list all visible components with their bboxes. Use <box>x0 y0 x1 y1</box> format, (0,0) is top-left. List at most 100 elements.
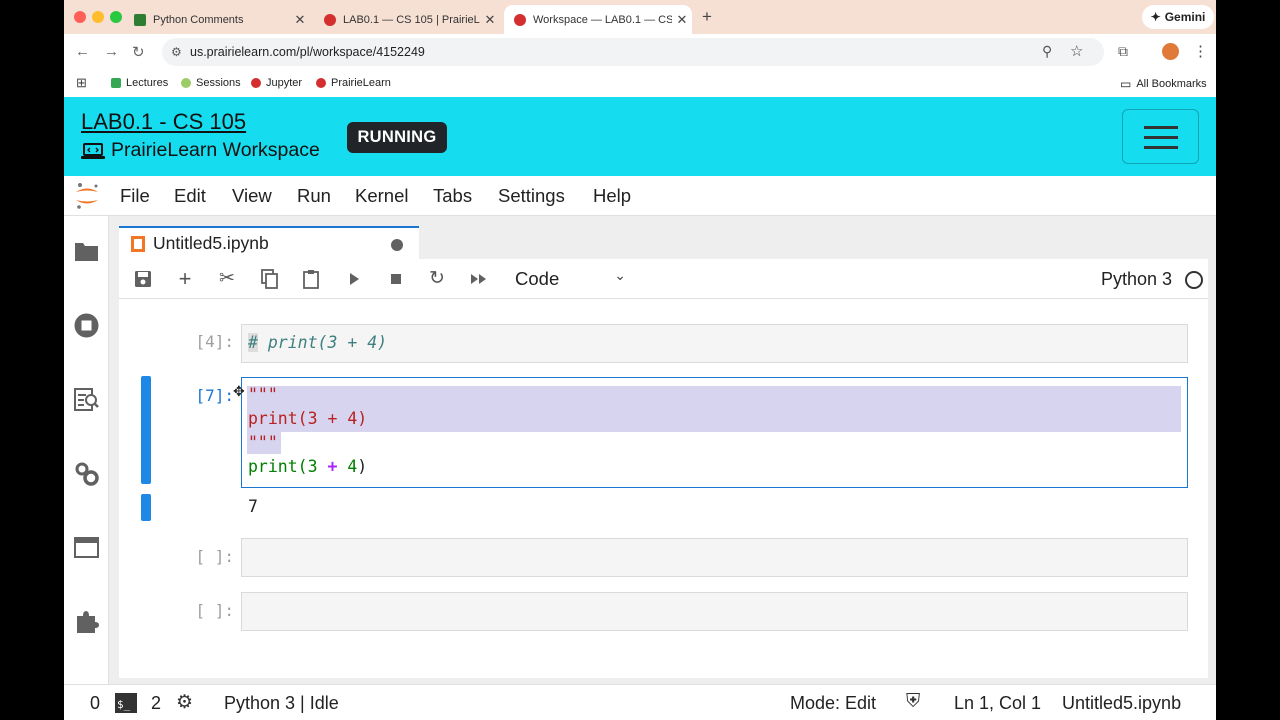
cell-type-dropdown[interactable]: Code ⌄ <box>515 267 630 290</box>
back-icon[interactable]: ← <box>75 43 90 60</box>
cell-prompt: [ ]: <box>195 547 234 566</box>
left-sidebar <box>64 216 109 684</box>
all-bookmarks-button[interactable]: ▭ All Bookmarks <box>1120 77 1207 91</box>
running-sessions-icon[interactable] <box>73 312 100 339</box>
table-of-contents-icon[interactable] <box>73 386 100 413</box>
extension-icon[interactable]: ⧉ <box>1118 43 1128 60</box>
prairielearn-favicon-icon <box>316 78 326 88</box>
menu-kernel[interactable]: Kernel <box>355 185 408 207</box>
assessment-title-link[interactable]: LAB0.1 - CS 105 <box>81 109 246 135</box>
edit-mode: Mode: Edit <box>790 693 877 713</box>
input-collapser[interactable] <box>141 376 151 484</box>
notebook-toolbar: + ✂ ↻ Code ⌄ Python 3 <box>119 259 1208 299</box>
bookmark-sessions[interactable]: Sessions <box>181 77 241 89</box>
prairielearn-favicon-icon <box>514 13 526 26</box>
browser-tab-lab[interactable]: LAB0.1 — CS 105 | PrairieLearn ✕ <box>314 5 500 34</box>
zoom-icon[interactable]: ⚲ <box>1042 43 1052 60</box>
kernel-name[interactable]: Python 3 <box>1101 269 1172 290</box>
menu-tabs[interactable]: Tabs <box>433 185 472 207</box>
cursor-position[interactable]: Ln 1, Col 1 <box>954 693 1041 714</box>
tabs-panel-icon[interactable] <box>73 534 100 561</box>
bookmark-prairielearn[interactable]: PrairieLearn <box>316 77 391 89</box>
menu-help[interactable]: Help <box>593 185 631 207</box>
browser-tab-python-comments[interactable]: Python Comments ✕ <box>124 5 310 34</box>
bookmark-label: Lectures <box>126 77 169 89</box>
status-filename: Untitled5.ipynb <box>1062 693 1182 713</box>
stop-icon[interactable] <box>385 269 407 289</box>
notebook-tab-title: Untitled5.ipynb <box>153 233 269 253</box>
bookmark-lectures[interactable]: Lectures <box>111 77 168 89</box>
close-window-button[interactable] <box>74 11 86 23</box>
hamburger-menu-button[interactable] <box>1122 109 1199 164</box>
cell-editor[interactable]: """ print(3 + 4) """ print(3 + 4) <box>241 377 1188 488</box>
status-badge: RUNNING <box>347 122 447 153</box>
chrome-menu-icon[interactable]: ⋮ <box>1193 42 1208 60</box>
bookmarks-bar: ⊞ Lectures Sessions Jupyter PrairieLearn… <box>64 70 1216 97</box>
reload-icon[interactable]: ↻ <box>132 43 145 61</box>
menu-file[interactable]: File <box>120 185 150 207</box>
chevron-down-icon: ⌄ <box>614 267 626 283</box>
browser-tab-workspace[interactable]: Workspace — LAB0.1 — CS 105 ✕ <box>504 5 692 34</box>
address-bar-row: ← → ↻ ⚙ us.prairielearn.com/pl/workspace… <box>64 34 1216 70</box>
unsaved-dot-icon[interactable] <box>391 239 403 251</box>
code-line-print: print(3 + 4) <box>248 457 368 476</box>
main-dock-area: Untitled5.ipynb + ✂ ↻ Code ⌄ Python 3 [4… <box>109 216 1216 684</box>
menu-edit[interactable]: Edit <box>174 185 206 207</box>
notebook-tab[interactable]: Untitled5.ipynb <box>119 226 419 259</box>
folder-icon[interactable] <box>73 238 100 265</box>
selection-highlight <box>247 386 1181 432</box>
minimize-window-button[interactable] <box>92 11 104 23</box>
browser-tab-strip: Python Comments ✕ LAB0.1 — CS 105 | Prai… <box>64 0 1216 34</box>
cell-editor[interactable]: # print(3 + 4) <box>241 324 1188 363</box>
menu-run[interactable]: Run <box>297 185 331 207</box>
kernel-chip-icon: ⚙ <box>176 692 194 713</box>
cell-prompt: [ ]: <box>195 601 234 620</box>
close-tab-icon[interactable]: ✕ <box>672 12 692 28</box>
gemini-button[interactable]: ✦ Gemini <box>1142 5 1214 29</box>
folder-icon: ▭ <box>1120 77 1132 91</box>
cell-editor[interactable] <box>241 592 1188 631</box>
pear-icon <box>181 78 191 88</box>
all-bookmarks-label: All Bookmarks <box>1136 78 1207 90</box>
profile-avatar[interactable] <box>1162 43 1179 60</box>
apps-grid-icon[interactable]: ⊞ <box>76 75 87 91</box>
extensions-puzzle-icon[interactable] <box>73 608 100 635</box>
paste-icon[interactable] <box>300 269 322 289</box>
run-icon[interactable] <box>343 269 365 289</box>
copy-icon[interactable] <box>258 269 280 289</box>
cell-editor[interactable] <box>241 538 1188 577</box>
forward-icon[interactable]: → <box>104 43 119 60</box>
cut-icon[interactable]: ✂ <box>216 269 238 289</box>
jupyter-logo-icon[interactable] <box>74 182 100 210</box>
new-tab-button[interactable]: + <box>702 7 712 27</box>
terminal-count[interactable]: 0 <box>90 693 100 714</box>
maximize-window-button[interactable] <box>110 11 122 23</box>
laptop-icon <box>81 142 105 159</box>
kernel-status[interactable]: Python 3 | Idle <box>224 693 339 714</box>
menu-settings[interactable]: Settings <box>498 185 565 207</box>
site-info-icon[interactable]: ⚙ <box>171 45 182 59</box>
notebook-panel: + ✂ ↻ Code ⌄ Python 3 [4]: # print(3 + 4… <box>119 259 1208 678</box>
workspace-subtitle: PrairieLearn Workspace <box>81 139 320 162</box>
bookmark-label: Jupyter <box>266 77 303 89</box>
bookmark-jupyter[interactable]: Jupyter <box>251 77 302 89</box>
menu-view[interactable]: View <box>232 185 272 207</box>
kernel-count[interactable]: 2 <box>151 693 161 714</box>
subtitle-text: PrairieLearn Workspace <box>111 139 320 161</box>
bookmark-label: Sessions <box>196 77 241 89</box>
property-inspector-gears-icon[interactable] <box>73 460 100 487</box>
bookmark-star-icon[interactable]: ☆ <box>1070 42 1083 60</box>
debugger-shield-icon[interactable]: ⛨ <box>906 691 920 713</box>
code-line: # print(3 + 4) <box>248 333 388 352</box>
add-cell-icon[interactable]: + <box>174 268 196 290</box>
w-favicon-icon <box>134 13 146 26</box>
close-tab-icon[interactable]: ✕ <box>480 12 500 28</box>
save-icon[interactable] <box>132 269 154 289</box>
code-line: """ <box>248 433 278 452</box>
restart-icon[interactable]: ↻ <box>426 269 448 289</box>
close-tab-icon[interactable]: ✕ <box>290 12 310 28</box>
tab-title: Python Comments <box>153 13 244 26</box>
output-collapser[interactable] <box>141 494 151 521</box>
url-bar[interactable]: ⚙ us.prairielearn.com/pl/workspace/41522… <box>162 38 1104 66</box>
fast-forward-icon[interactable] <box>468 269 490 289</box>
